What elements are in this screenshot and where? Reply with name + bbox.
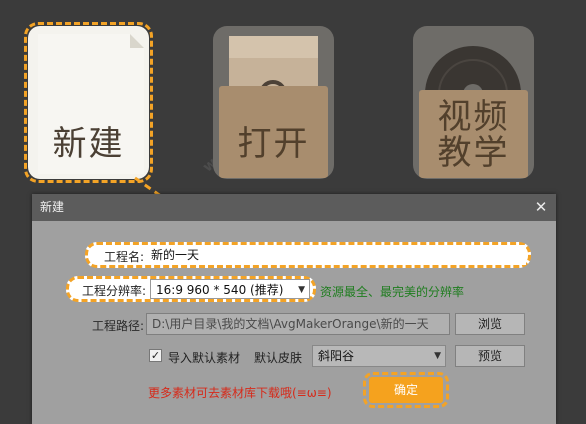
tile-video-tutorial[interactable]: 视频 教学 bbox=[413, 26, 534, 179]
default-skin-label: 默认皮肤 bbox=[254, 351, 303, 365]
skin-value: 斜阳谷 bbox=[318, 349, 355, 363]
project-name-input[interactable]: 新的一天 bbox=[146, 245, 526, 265]
path-label: 工程路径: bbox=[91, 319, 144, 333]
new-tile-highlight bbox=[24, 22, 153, 183]
dialog-titlebar: 新建 ✕ bbox=[32, 194, 556, 221]
import-default-label: 导入默认素材 bbox=[168, 351, 241, 365]
ok-button[interactable]: 确定 bbox=[369, 377, 443, 403]
check-icon: ✓ bbox=[150, 349, 161, 362]
dialog-title: 新建 bbox=[40, 200, 65, 214]
import-default-checkbox[interactable]: ✓ bbox=[149, 349, 162, 362]
project-name-label: 工程名: bbox=[103, 250, 144, 264]
resolution-hint: 资源最全、最完美的分辨率 bbox=[320, 285, 465, 299]
close-button[interactable]: ✕ bbox=[532, 194, 550, 221]
resolution-label: 工程分辨率: bbox=[81, 284, 146, 298]
resolution-value: 16:9 960 * 540 (推荐) bbox=[156, 283, 284, 297]
resolution-select[interactable]: 16:9 960 * 540 (推荐) ▼ bbox=[150, 279, 310, 299]
new-project-dialog: 新建 ✕ 工程名: 新的一天 工程分辨率: 16:9 960 * 540 (推荐… bbox=[32, 194, 556, 424]
preview-button[interactable]: 预览 bbox=[455, 345, 525, 367]
tile-video-label: 视频 教学 bbox=[437, 97, 510, 173]
skin-select[interactable]: 斜阳谷 ▼ bbox=[312, 345, 446, 367]
more-assets-link[interactable]: 更多素材可去素材库下载哦(≡ω≡) bbox=[148, 384, 332, 401]
browse-button[interactable]: 浏览 bbox=[455, 313, 525, 335]
tile-open-project[interactable]: 打开 bbox=[213, 26, 334, 179]
path-input[interactable]: D:\用户目录\我的文档\AvgMakerOrange\新的一天 bbox=[146, 313, 450, 335]
dropdown-arrow-icon: ▼ bbox=[434, 351, 441, 361]
tile-open-label: 打开 bbox=[237, 124, 310, 164]
dropdown-arrow-icon: ▼ bbox=[298, 285, 305, 295]
